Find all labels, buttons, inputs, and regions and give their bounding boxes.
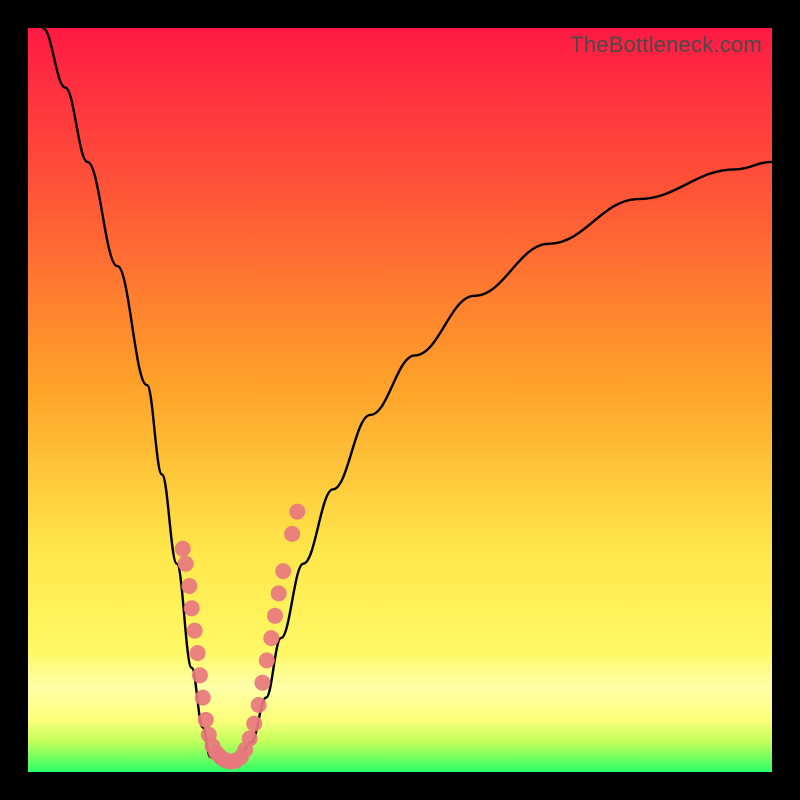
watermark-text: TheBottleneck.com <box>570 32 762 58</box>
chart-frame: TheBottleneck.com <box>28 28 772 772</box>
sample-dots <box>28 28 772 772</box>
